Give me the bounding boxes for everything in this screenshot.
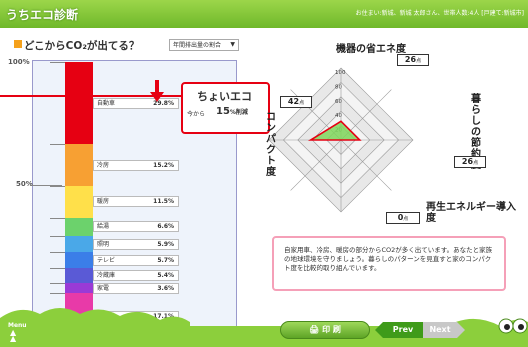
bar-label-6: 冷蔵庫 5.4% (93, 269, 179, 281)
bar-separator (50, 62, 65, 63)
select-value: 年間排出量の割合 (173, 42, 222, 49)
bar-label-2: 暖房 11.5% (93, 196, 179, 208)
heading-bullet-icon (14, 40, 22, 48)
bar-separator (50, 236, 65, 238)
radar-score-top: 26点 (397, 54, 429, 66)
print-label: 印 刷 (322, 325, 341, 334)
radar-axis-label-top: 機器の省エネ度 (336, 44, 406, 55)
reduction-line (0, 95, 200, 97)
tick-label-50: 50% (16, 180, 33, 188)
radar-score-right: 26点 (454, 156, 486, 168)
chart-type-select[interactable]: 年間排出量の割合 ▼ (169, 39, 239, 51)
bar-category-label: 冷蔵庫 (97, 271, 116, 279)
user-info: お住まい:新城、新城 太郎さん、世帯人数:4人 [戸建て:新城市] (355, 10, 524, 17)
radar-axis-label-left: コンパクト度 (266, 112, 276, 178)
bar-value-label: 15.2% (153, 161, 174, 169)
callout-value: 15%削減 (216, 106, 248, 117)
bar-separator (50, 268, 65, 270)
bar-category-label: テレビ (97, 256, 116, 264)
bar-segment-5 (65, 252, 93, 269)
radar-score-unit: 点 (416, 58, 422, 64)
next-button[interactable]: Next (423, 322, 465, 338)
radar-score-unit: 点 (473, 160, 479, 166)
bar-segment-1 (65, 144, 93, 187)
menu-arrow-icons[interactable]: ▲ ▲ (10, 329, 16, 343)
bar-label-3: 給湯 6.6% (93, 221, 179, 233)
bar-value-label: 5.7% (157, 256, 174, 264)
bar-label-5: テレビ 5.7% (93, 254, 179, 266)
radar-axis-label-bottom: 再生エネルギー導入度 (426, 202, 516, 224)
bar-segment-6 (65, 268, 93, 283)
radar-tick-label: 100 (335, 70, 346, 76)
radar-tick-label: 60 (335, 99, 342, 105)
arrow-down-icon (150, 80, 164, 102)
bar-separator (50, 292, 65, 294)
radar-tick-label: 80 (335, 84, 342, 90)
radar-tick-label: 40 (335, 113, 342, 119)
bar-category-label: 暖房 (97, 198, 110, 206)
radar-score-unit: 点 (403, 216, 409, 222)
bar-category-label: 冷房 (97, 161, 110, 169)
radar-score-right-value: 26 (461, 157, 474, 166)
bar-separator (50, 186, 65, 188)
radar-score-left: 42点 (280, 96, 312, 108)
description-box: 自家用車、冷房、暖房の部分からCO2が多く出ています。あなたと家族の地球環境を守… (272, 236, 506, 291)
bar-value-label: 5.9% (157, 240, 174, 248)
bar-segment-3 (65, 217, 93, 236)
radar-score-bottom: 0点 (386, 212, 420, 224)
prev-button[interactable]: Prev (375, 322, 423, 338)
app-title: うちエコ診断 (6, 8, 79, 22)
reduction-callout: ちょいエコ 今から 15%削減 (181, 82, 270, 134)
bar-separator (50, 282, 65, 284)
bar-category-label: 照明 (97, 240, 110, 248)
bar-separator (50, 217, 65, 219)
bar-separator (50, 144, 65, 146)
callout-unit: %削減 (229, 109, 248, 116)
bar-label-7: 家電 3.6% (93, 282, 179, 294)
bar-label-0: 自動車 29.8% (93, 97, 179, 109)
bar-value-label: 3.6% (157, 284, 174, 292)
radar-score-left-value: 42 (287, 97, 300, 106)
bar-value-label: 11.5% (153, 198, 174, 206)
callout-number: 15 (216, 106, 230, 117)
printer-icon: 🖨 (309, 325, 323, 334)
radar-score-unit: 点 (299, 100, 305, 106)
radar-chart: 10080604020 機器の省エネ度 暮らしの節約度 再生エネルギー導入度 コ… (258, 38, 518, 228)
bar-segment-4 (65, 236, 93, 253)
bar-category-label: 自動車 (97, 99, 116, 107)
bar-segment-7 (65, 282, 93, 293)
section-heading: どこからCO₂が出てる？ (24, 40, 140, 52)
bar-segment-2 (65, 186, 93, 218)
callout-title: ちょいエコ (197, 90, 252, 103)
callout-from-label: 今から (187, 111, 206, 118)
mascot-eyes-icon (498, 318, 528, 334)
bar-separator (50, 252, 65, 254)
bar-value-label: 6.6% (157, 223, 174, 231)
bar-category-label: 家電 (97, 284, 110, 292)
app-header: うちエコ診断 お住まい:新城、新城 太郎さん、世帯人数:4人 [戸建て:新城市] (0, 0, 528, 28)
bar-segment-0 (65, 62, 93, 145)
bar-label-1: 冷房 15.2% (93, 159, 179, 171)
tick-label-100: 100% (8, 58, 30, 66)
bar-value-label: 5.4% (157, 271, 174, 279)
chevron-down-icon: ▼ (230, 41, 235, 48)
bar-label-4: 照明 5.9% (93, 238, 179, 250)
bar-category-label: 給湯 (97, 223, 110, 231)
radar-score-top-value: 26 (404, 55, 417, 64)
print-button[interactable]: 🖨 印 刷 (280, 321, 370, 339)
